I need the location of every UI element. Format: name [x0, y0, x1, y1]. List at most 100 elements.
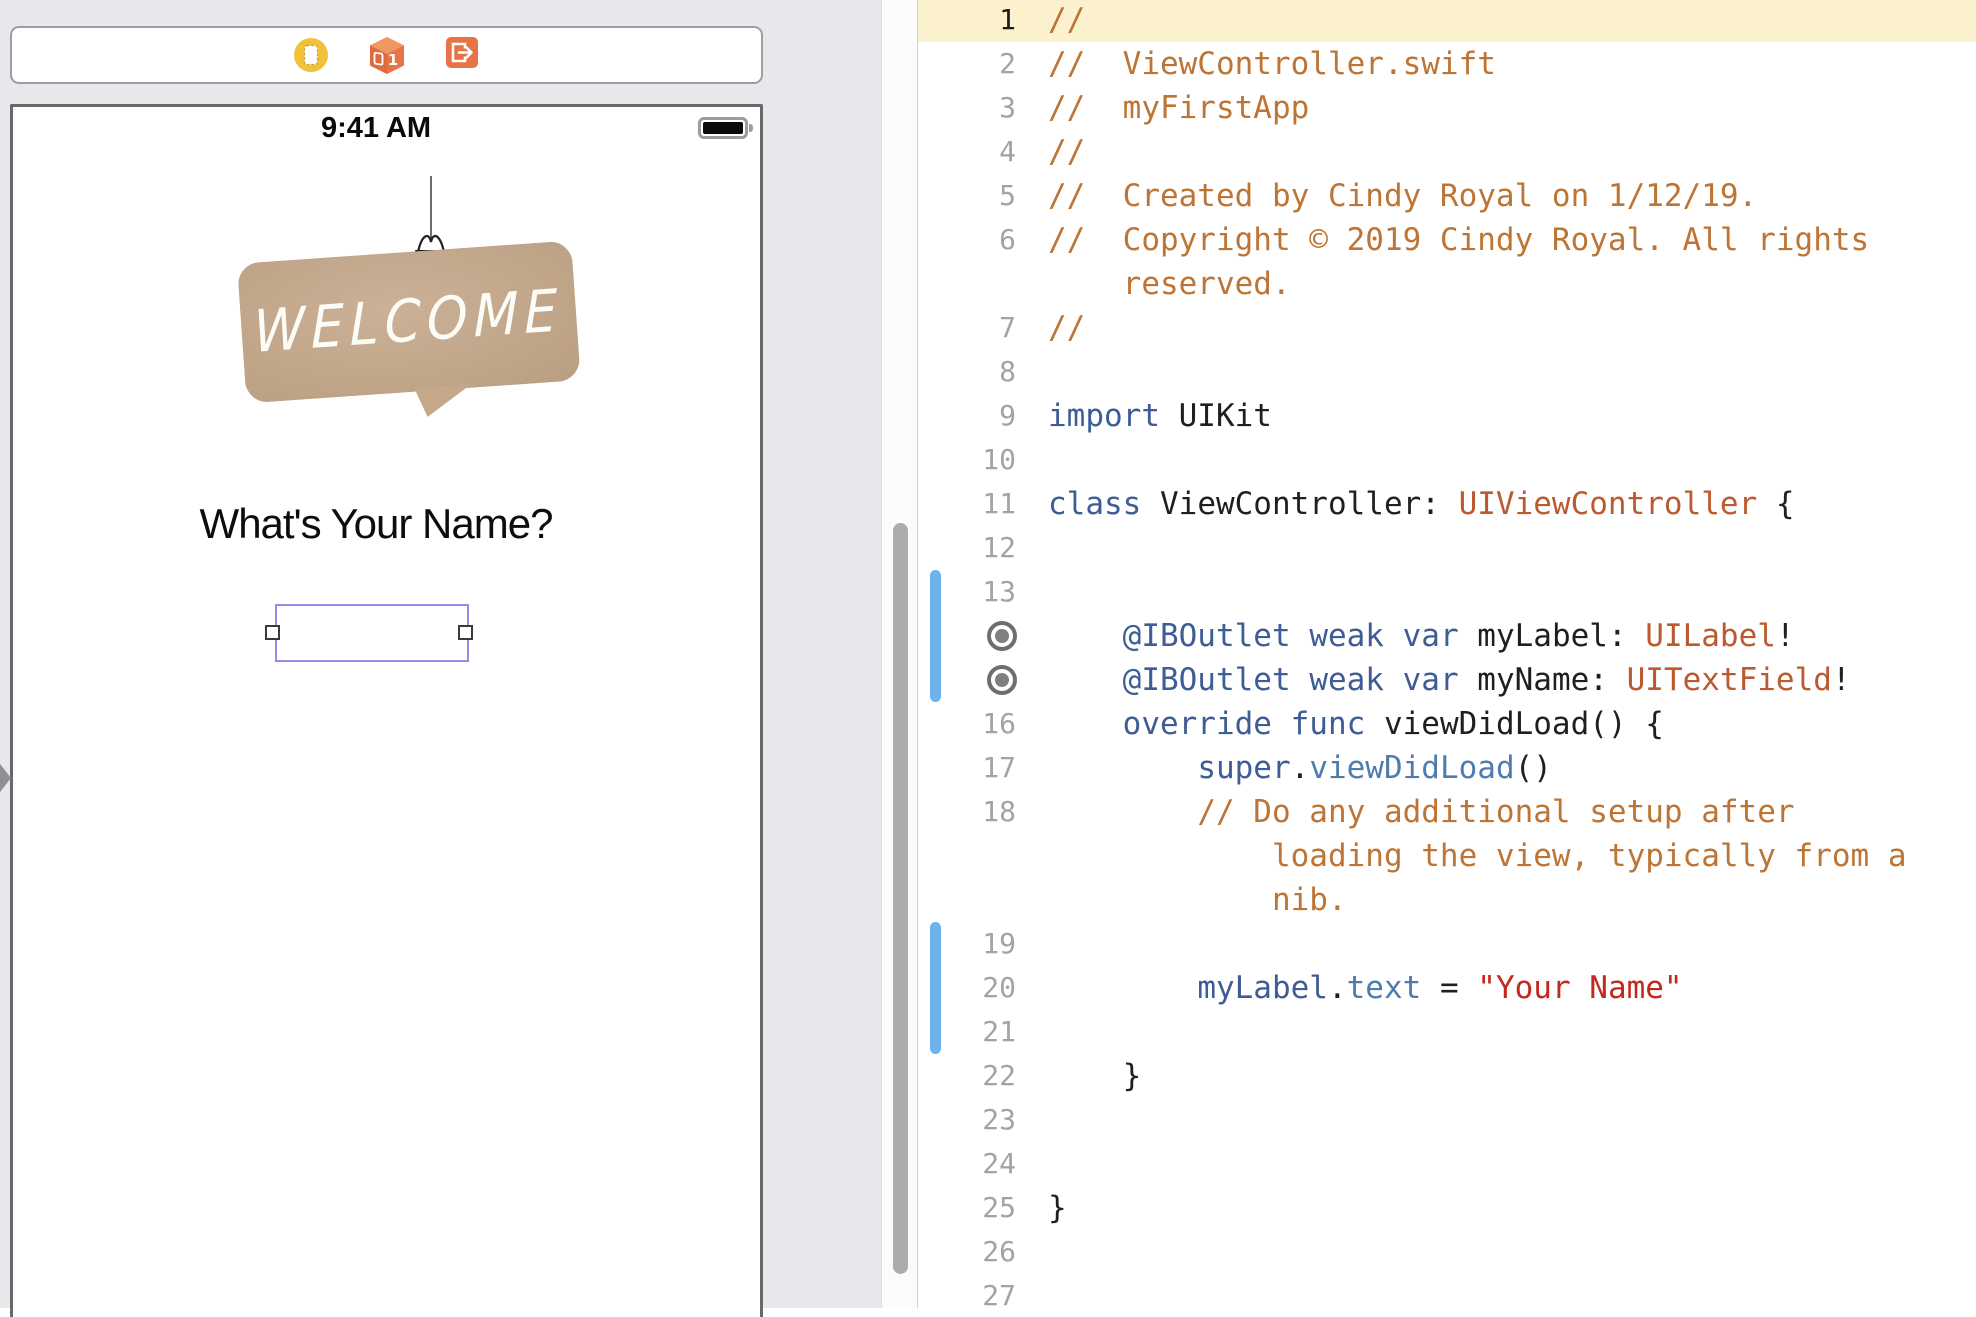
line-number[interactable] — [918, 878, 1016, 922]
line-number[interactable]: 11 — [918, 482, 1016, 526]
line-number[interactable]: 27 — [918, 1274, 1016, 1308]
xcode-window: 1 9:41 AM — [0, 0, 1976, 1308]
code-row[interactable]: 19 — [918, 922, 1976, 966]
code-row[interactable]: 12 — [918, 526, 1976, 570]
code-token: text — [1347, 970, 1422, 1006]
code-row[interactable]: 25} — [918, 1186, 1976, 1230]
code-row[interactable]: 9 import UIKit — [918, 394, 1976, 438]
line-number[interactable]: 4 — [918, 130, 1016, 174]
code-row[interactable]: reserved. — [918, 262, 1976, 306]
code-token: var — [1403, 662, 1459, 698]
code-row[interactable]: 10 — [918, 438, 1976, 482]
welcome-image[interactable]: WELCOME — [237, 238, 583, 437]
code-row[interactable]: 6 // Copyright © 2019 Cindy Royal. All ri… — [918, 218, 1976, 262]
code-row[interactable]: 22 } — [918, 1054, 1976, 1098]
code-token: ! — [1832, 662, 1851, 698]
code-row[interactable]: nib. — [918, 878, 1976, 922]
line-number[interactable]: 9 — [918, 394, 1016, 438]
code-text: nib. — [1048, 878, 1347, 922]
code-token: myLabel — [1197, 970, 1328, 1006]
storyboard-canvas[interactable]: 1 9:41 AM — [0, 0, 881, 1308]
code-token: nib. — [1048, 882, 1347, 918]
code-token: viewDidLoad() { — [1365, 706, 1664, 742]
code-row[interactable]: 13 — [918, 570, 1976, 614]
line-number[interactable]: 12 — [918, 526, 1016, 570]
code-text: // — [1048, 0, 1085, 42]
code-text: import UIKit — [1048, 394, 1272, 438]
code-row[interactable]: 20 myLabel.text = "Your Name" — [918, 966, 1976, 1010]
line-number[interactable]: 1 — [918, 0, 1016, 42]
code-token — [1291, 662, 1310, 698]
line-number[interactable]: 10 — [918, 438, 1016, 482]
name-text-field[interactable] — [275, 604, 469, 662]
outlet-connection-indicator[interactable] — [987, 621, 1017, 651]
code-row[interactable]: loading the view, typically from a — [918, 834, 1976, 878]
exit-icon[interactable] — [446, 37, 480, 73]
line-number[interactable]: 16 — [918, 702, 1016, 746]
code-row[interactable]: 27 — [918, 1274, 1976, 1308]
welcome-sign-tail — [414, 384, 474, 418]
view-controller-icon[interactable] — [294, 37, 328, 73]
code-token: myLabel: — [1459, 618, 1646, 654]
code-row[interactable]: 3 // myFirstApp — [918, 86, 1976, 130]
scene-dock: 1 — [10, 26, 763, 84]
resize-handle-right[interactable] — [458, 625, 473, 640]
code-row[interactable]: 7// — [918, 306, 1976, 350]
code-token: // myFirstApp — [1048, 90, 1309, 126]
code-row[interactable]: 1 // — [918, 0, 1976, 42]
code-row[interactable]: 8 — [918, 350, 1976, 394]
code-token: import — [1048, 398, 1160, 434]
code-row[interactable]: 18 // Do any additional setup after — [918, 790, 1976, 834]
code-token: // — [1048, 2, 1085, 38]
code-row[interactable]: 16 override func viewDidLoad() { — [918, 702, 1976, 746]
code-row[interactable]: 4// — [918, 130, 1976, 174]
first-responder-icon[interactable]: 1 — [370, 37, 404, 73]
code-token: () — [1515, 750, 1552, 786]
code-row[interactable]: 24 — [918, 1142, 1976, 1186]
code-row[interactable]: @IBOutlet weak var myLabel: UILabel! — [918, 614, 1976, 658]
code-text: // myFirstApp — [1048, 86, 1309, 130]
code-row[interactable]: 17 super.viewDidLoad() — [918, 746, 1976, 790]
code-row[interactable]: 23 — [918, 1098, 1976, 1142]
code-token: @IBOutlet — [1123, 618, 1291, 654]
change-bar — [930, 922, 941, 1054]
code-row[interactable]: 21 — [918, 1010, 1976, 1054]
line-number[interactable]: 3 — [918, 86, 1016, 130]
resize-handle-left[interactable] — [265, 625, 280, 640]
line-number[interactable]: 2 — [918, 42, 1016, 86]
code-row[interactable]: 5 // Created by Cindy Royal on 1/12/19. — [918, 174, 1976, 218]
name-question-label[interactable]: What's Your Name? — [200, 500, 553, 548]
line-number[interactable]: 6 — [918, 218, 1016, 262]
outline-toggle-arrow[interactable] — [0, 764, 11, 792]
code-token: weak — [1309, 662, 1384, 698]
code-row[interactable]: 26 — [918, 1230, 1976, 1274]
code-text: override func viewDidLoad() { — [1048, 702, 1664, 746]
outlet-connection-indicator[interactable] — [987, 665, 1017, 695]
status-bar-time: 9:41 AM — [321, 112, 431, 145]
welcome-sign-text: WELCOME — [254, 277, 564, 366]
line-number[interactable]: 22 — [918, 1054, 1016, 1098]
code-token — [1272, 706, 1291, 742]
code-row[interactable]: 11class ViewController: UIViewController… — [918, 482, 1976, 526]
code-row[interactable]: @IBOutlet weak var myName: UITextField! — [918, 658, 1976, 702]
line-number[interactable]: 7 — [918, 306, 1016, 350]
code-row[interactable]: 2// ViewController.swift — [918, 42, 1976, 86]
code-token: reserved. — [1048, 266, 1291, 302]
line-number[interactable]: 8 — [918, 350, 1016, 394]
line-number[interactable]: 25 — [918, 1186, 1016, 1230]
line-number[interactable] — [918, 834, 1016, 878]
storyboard-scrollbar-thumb[interactable] — [893, 523, 908, 1274]
code-token: // Created by Cindy Royal on 1/12/19. — [1048, 178, 1757, 214]
line-number[interactable] — [918, 262, 1016, 306]
code-token: weak — [1309, 618, 1384, 654]
line-number[interactable]: 17 — [918, 746, 1016, 790]
storyboard-scrollbar-track[interactable] — [881, 0, 918, 1308]
line-number[interactable]: 23 — [918, 1098, 1016, 1142]
code-area[interactable]: 1 // 2// ViewController.swift3 // myFirstAp… — [918, 0, 1976, 1308]
code-text: // Do any additional setup after — [1048, 790, 1795, 834]
line-number[interactable]: 26 — [918, 1230, 1016, 1274]
line-number[interactable]: 24 — [918, 1142, 1016, 1186]
line-number[interactable]: 5 — [918, 174, 1016, 218]
line-number[interactable]: 18 — [918, 790, 1016, 834]
code-token: // Copyright © 2019 Cindy Royal. All rig… — [1048, 222, 1869, 258]
